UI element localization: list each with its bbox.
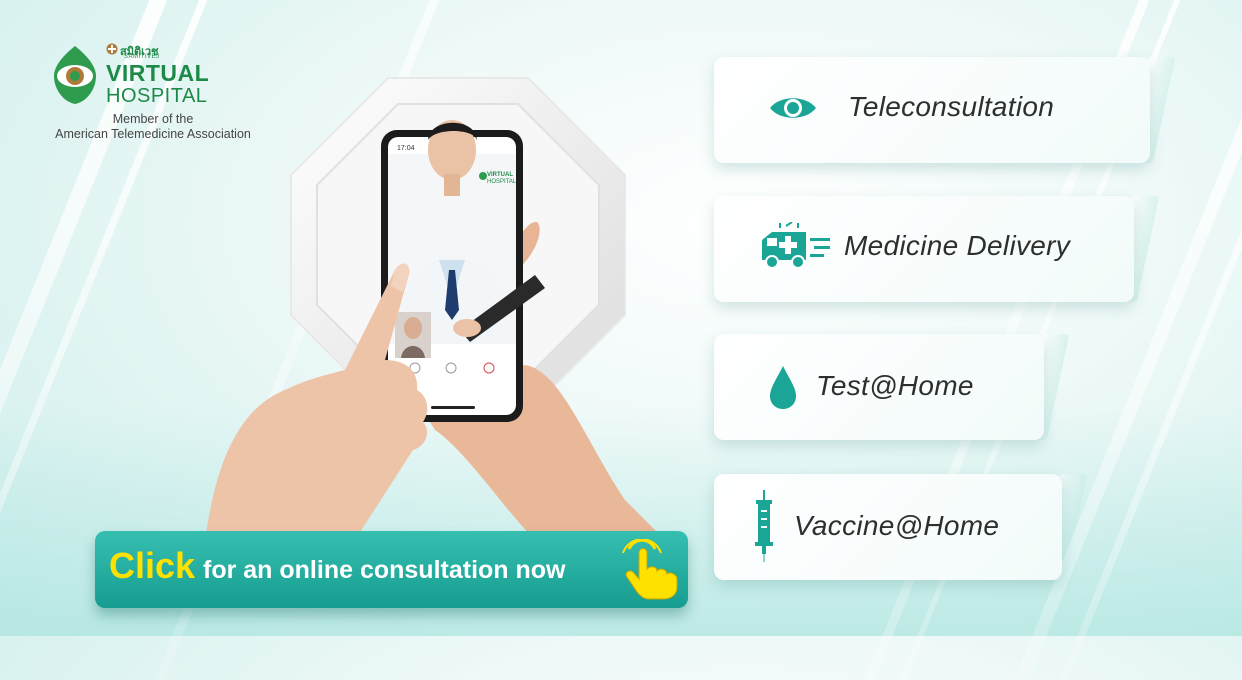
service-card-medicine-delivery[interactable]: Medicine Delivery <box>714 196 1134 302</box>
service-label: Test@Home <box>816 370 974 401</box>
cta-text: for an online consultation now <box>203 556 566 584</box>
service-card-vaccine-at-home[interactable]: Vaccine@Home <box>714 474 1062 580</box>
status-time: 17:04 <box>397 145 415 152</box>
logo-title: VIRTUAL <box>106 60 210 86</box>
samitivej-logo-icon <box>54 46 96 104</box>
online-consultation-button[interactable]: Click for an online consultation now <box>95 531 688 608</box>
ambulance-icon <box>762 222 830 269</box>
logo-subtitle: HOSPITAL <box>106 85 208 107</box>
eye-icon <box>770 98 816 118</box>
service-card-teleconsultation[interactable]: Teleconsultation <box>714 57 1150 163</box>
svg-text:VIRTUAL: VIRTUAL <box>487 172 513 178</box>
cross-emblem-icon <box>106 43 118 55</box>
cta-click-text: Click <box>109 545 196 586</box>
svg-text:HOSPITAL: HOSPITAL <box>487 179 517 185</box>
service-label: Medicine Delivery <box>844 230 1071 261</box>
pointing-hand-icon <box>622 539 678 600</box>
service-card-test-at-home[interactable]: Test@Home <box>714 334 1044 440</box>
service-label: Teleconsultation <box>848 91 1055 122</box>
syringe-icon <box>755 490 773 562</box>
service-label: Vaccine@Home <box>794 510 1000 541</box>
drop-icon <box>770 366 796 409</box>
phone-illustration: 17:04 VIRTUAL HOSPITAL <box>205 120 665 540</box>
